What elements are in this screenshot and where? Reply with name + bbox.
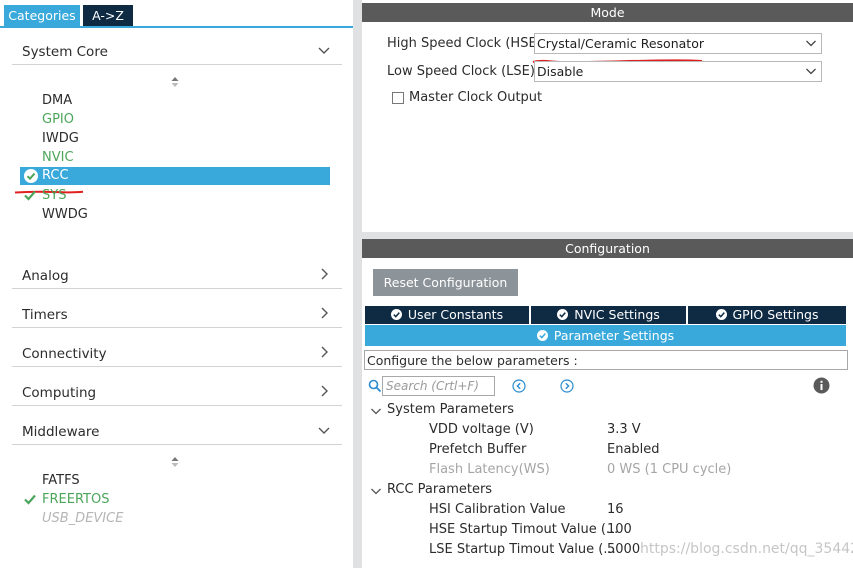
system-core-item-iwdg[interactable]: IWDG — [42, 130, 79, 147]
category-label: Connectivity — [22, 346, 107, 362]
chevron-right-icon[interactable] — [316, 383, 332, 399]
panel-splitter[interactable] — [353, 0, 362, 568]
category-label: System Core — [22, 44, 108, 60]
check-icon — [23, 188, 37, 202]
system-core-item-sys[interactable]: SYS — [42, 187, 66, 204]
check-circle-icon — [536, 326, 548, 341]
red-underline-annotation — [532, 53, 704, 64]
tab-categories[interactable]: Categories — [4, 5, 80, 26]
param-lse-startup-timeout-name: LSE Startup Timout Value (... — [429, 542, 616, 557]
configure-parameters-banner: Configure the below parameters : — [364, 350, 848, 370]
middleware-item-fatfs[interactable]: FATFS — [42, 472, 80, 489]
mode-configuration-panel: Mode High Speed Clock (HSE) Crystal/Cera… — [362, 0, 853, 568]
category-analog[interactable]: Analog — [12, 263, 342, 289]
lse-select-value: Disable — [537, 64, 584, 79]
tab-nvic-settings[interactable]: NVIC Settings — [531, 306, 686, 324]
system-core-item-gpio[interactable]: GPIO — [42, 111, 74, 128]
tab-label: GPIO Settings — [732, 307, 819, 322]
info-icon[interactable] — [813, 377, 830, 394]
category-timers[interactable]: Timers — [12, 302, 342, 328]
chevron-down-icon[interactable] — [370, 405, 382, 417]
configuration-header: Configuration — [362, 239, 853, 258]
tab-user-constants[interactable]: User Constants — [365, 306, 529, 324]
system-core-item-nvic[interactable]: NVIC — [42, 149, 74, 166]
next-match-icon[interactable] — [560, 379, 574, 393]
chevron-down-icon[interactable] — [316, 42, 332, 58]
param-hsi-calibration-value[interactable]: 16 — [607, 502, 624, 517]
chevron-right-icon[interactable] — [316, 266, 332, 282]
param-flash-latency-name: Flash Latency(WS) — [429, 462, 550, 477]
previous-match-icon[interactable] — [512, 379, 526, 393]
watermark: https://blog.csdn.net/qq_35442550 — [640, 541, 853, 557]
rcc-label: RCC — [42, 168, 69, 183]
middleware-item-freertos[interactable]: FREERTOS — [42, 491, 109, 508]
check-circle-icon — [390, 307, 402, 320]
tab-label: Parameter Settings — [553, 328, 675, 343]
param-hsi-calibration-name: HSI Calibration Value — [429, 502, 566, 517]
category-computing[interactable]: Computing — [12, 380, 342, 406]
mode-header: Mode — [362, 3, 853, 22]
param-vdd-voltage-name: VDD voltage (V) — [429, 422, 534, 437]
category-label: Middleware — [22, 424, 100, 440]
categories-panel: Categories A->Z System Core DMA GPIO IWD… — [0, 0, 353, 568]
param-flash-latency-value: 0 WS (1 CPU cycle) — [607, 462, 732, 477]
chevron-down-icon[interactable] — [316, 422, 332, 438]
middleware-item-usb-device: USB_DEVICE — [42, 511, 124, 526]
reset-configuration-button[interactable]: Reset Configuration — [373, 269, 518, 296]
category-label: Timers — [22, 307, 68, 323]
chevron-right-icon[interactable] — [316, 344, 332, 360]
tab-gpio-settings[interactable]: GPIO Settings — [688, 306, 846, 324]
configure-text: Configure the below parameters : — [367, 353, 578, 368]
category-label: Analog — [22, 268, 69, 284]
master-clock-output-checkbox[interactable] — [392, 92, 404, 104]
category-connectivity[interactable]: Connectivity — [12, 341, 342, 367]
search-icon — [368, 379, 382, 393]
check-icon — [23, 492, 37, 506]
hse-label: High Speed Clock (HSE) — [387, 36, 542, 51]
param-hse-startup-timeout-value[interactable]: 100 — [607, 522, 632, 537]
master-clock-output-label: Master Clock Output — [409, 90, 543, 105]
param-lse-startup-timeout-value[interactable]: 5000 — [607, 542, 640, 557]
lse-label: Low Speed Clock (LSE) — [387, 64, 535, 79]
param-prefetch-buffer-value[interactable]: Enabled — [607, 442, 660, 457]
system-parameters-group[interactable]: System Parameters — [387, 402, 514, 417]
chevron-down-icon — [805, 37, 817, 49]
chevron-down-icon — [805, 65, 817, 77]
check-circle-icon — [715, 307, 727, 320]
param-prefetch-buffer-name: Prefetch Buffer — [429, 442, 527, 457]
tab-label: User Constants — [407, 307, 504, 322]
param-hse-startup-timeout-name: HSE Startup Timout Value (... — [429, 522, 619, 537]
sort-arrows-icon[interactable] — [170, 76, 180, 88]
lse-select[interactable]: Disable — [534, 61, 822, 82]
search-input[interactable] — [382, 376, 495, 396]
category-middleware[interactable]: Middleware — [12, 419, 342, 445]
hse-select[interactable]: Crystal/Ceramic Resonator — [534, 33, 822, 54]
rcc-parameters-group[interactable]: RCC Parameters — [387, 482, 492, 497]
chevron-right-icon[interactable] — [316, 305, 332, 321]
left-tab-bar: Categories A->Z — [0, 0, 353, 28]
chevron-down-icon[interactable] — [370, 485, 382, 497]
category-label: Computing — [22, 385, 97, 401]
hse-select-value: Crystal/Ceramic Resonator — [537, 36, 704, 51]
system-core-item-wwdg[interactable]: WWDG — [42, 206, 88, 223]
section-splitter[interactable] — [362, 232, 853, 239]
tab-a-to-z[interactable]: A->Z — [83, 5, 133, 26]
check-circle-icon — [557, 307, 569, 320]
sort-arrows-icon[interactable] — [170, 456, 180, 468]
param-vdd-voltage-value[interactable]: 3.3 V — [607, 422, 641, 437]
category-system-core[interactable]: System Core — [12, 39, 342, 65]
system-core-item-dma[interactable]: DMA — [42, 92, 72, 109]
tab-parameter-settings[interactable]: Parameter Settings — [365, 325, 846, 346]
tab-label: NVIC Settings — [574, 307, 660, 322]
check-circle-icon — [23, 168, 39, 184]
